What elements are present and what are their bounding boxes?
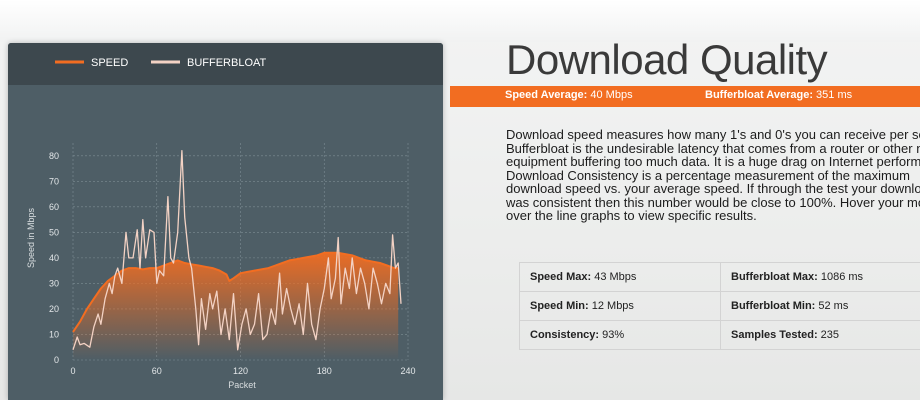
- samples-label: Samples Tested:: [731, 329, 818, 341]
- speed-average: Speed Average: 40 Mbps: [505, 89, 633, 101]
- consistency-label: Consistency:: [530, 329, 600, 341]
- speed-min-value: 12 Mbps: [591, 300, 634, 312]
- speed-min-cell: Speed Min: 12 Mbps: [519, 291, 721, 321]
- chart-series[interactable]: [72, 150, 402, 360]
- samples-cell: Samples Tested: 235: [720, 320, 920, 350]
- speed-area: [73, 252, 399, 360]
- y-axis-title: Speed in Mbps: [26, 207, 36, 268]
- y-tick-label: 80: [49, 151, 59, 161]
- y-tick-label: 0: [54, 355, 59, 365]
- consistency-value: 93%: [602, 329, 625, 341]
- bufferbloat-min-label: Bufferbloat Min:: [731, 300, 816, 312]
- y-tick-label: 20: [49, 304, 59, 314]
- x-tick-label: 120: [233, 366, 248, 376]
- description-text: Download speed measures how many 1's and…: [506, 127, 920, 223]
- speed-max-cell: Speed Max: 43 Mbps: [519, 262, 721, 292]
- stats-table: Speed Max: 43 Mbps Bufferbloat Max: 1086…: [519, 262, 920, 350]
- bufferbloat-max-value: 1086 ms: [820, 271, 864, 283]
- speed-average-label: Speed Average:: [505, 89, 588, 101]
- x-tick-label: 0: [70, 366, 75, 376]
- bufferbloat-average: Bufferbloat Average: 351 ms: [705, 89, 852, 101]
- speed-min-label: Speed Min:: [530, 300, 589, 312]
- speed-average-value: 40 Mbps: [590, 89, 633, 101]
- stats-row: Consistency: 93% Samples Tested: 235: [519, 320, 920, 350]
- speed-chart[interactable]: SPEED BUFFERBLOAT 0 10 20 30 40 50 60 70 80 0 60 12…: [8, 43, 443, 400]
- bufferbloat-max-label: Bufferbloat Max:: [731, 271, 818, 283]
- bufferbloat-average-value: 351 ms: [816, 89, 853, 101]
- legend-label-bufferbloat: BUFFERBLOAT: [187, 57, 267, 69]
- x-axis-title: Packet: [228, 380, 256, 390]
- bufferbloat-min-cell: Bufferbloat Min: 52 ms: [720, 291, 920, 321]
- y-tick-label: 50: [49, 227, 59, 237]
- chart-panel[interactable]: SPEED BUFFERBLOAT 0 10 20 30 40 50 60 70 80 0 60 12…: [8, 43, 443, 400]
- bufferbloat-min-value: 52 ms: [818, 300, 849, 312]
- y-tick-label: 10: [49, 329, 59, 339]
- samples-value: 235: [820, 329, 840, 341]
- legend: SPEED BUFFERBLOAT: [55, 57, 267, 69]
- bufferbloat-max-cell: Bufferbloat Max: 1086 ms: [720, 262, 920, 292]
- x-tick-label: 240: [400, 366, 415, 376]
- consistency-cell: Consistency: 93%: [519, 320, 721, 350]
- speed-max-value: 43 Mbps: [594, 271, 637, 283]
- y-tick-label: 40: [49, 253, 59, 263]
- page-title: Download Quality: [506, 36, 828, 83]
- x-tick-label: 60: [152, 366, 162, 376]
- legend-label-speed: SPEED: [91, 57, 128, 69]
- stats-row: Speed Max: 43 Mbps Bufferbloat Max: 1086…: [519, 262, 920, 292]
- speed-max-label: Speed Max:: [530, 271, 592, 283]
- bufferbloat-average-label: Bufferbloat Average:: [705, 89, 813, 101]
- x-tick-label: 180: [317, 366, 332, 376]
- stats-row: Speed Min: 12 Mbps Bufferbloat Min: 52 m…: [519, 291, 920, 321]
- y-tick-label: 60: [49, 202, 59, 212]
- summary-bar: Speed Average: 40 Mbps Bufferbloat Avera…: [450, 86, 920, 107]
- y-tick-label: 30: [49, 278, 59, 288]
- y-tick-label: 70: [49, 176, 59, 186]
